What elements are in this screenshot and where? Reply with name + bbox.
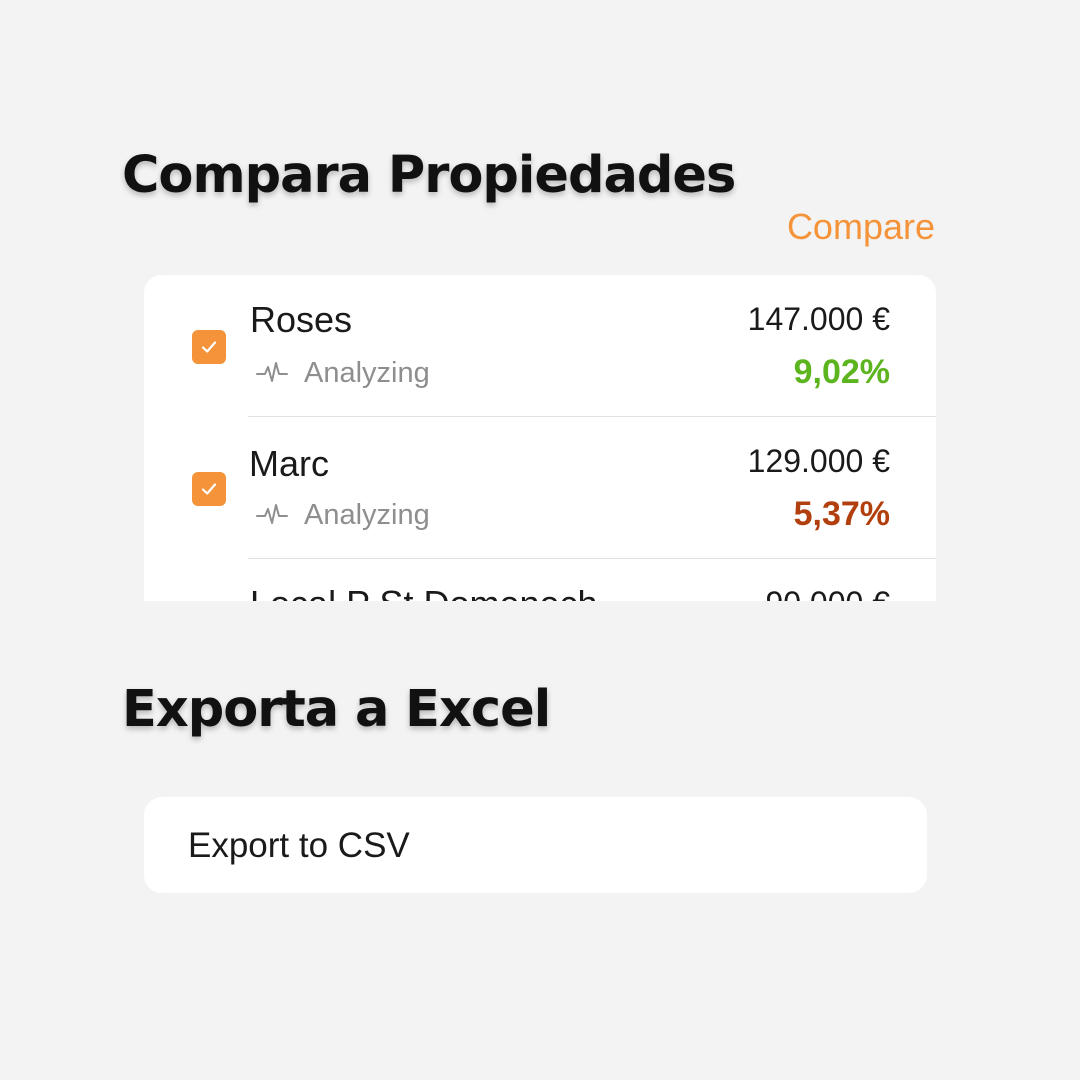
property-name: Local P St Domenech [250,583,598,601]
property-yield: 9,02% [793,353,890,391]
properties-list: Roses Analyzing 147.000 € 9,02% Marc Ana… [144,275,936,601]
checkmark-icon [201,483,217,495]
property-name: Roses [250,299,353,340]
property-yield: 5,37% [793,495,890,533]
property-row-roses[interactable]: Roses Analyzing 147.000 € 9,02% [144,275,936,417]
waveform-icon [256,504,288,524]
export-csv-label: Export to CSV [188,826,410,865]
property-row-local-p-st-domenech[interactable]: Local P St Domenech 90.000 € [144,559,936,601]
property-price: 147.000 € [747,301,890,337]
status-label: Analyzing [304,499,430,531]
property-row-marc[interactable]: Marc Analyzing 129.000 € 5,37% [144,417,936,559]
property-name: Marc [249,443,329,484]
property-price: 129.000 € [747,443,890,479]
property-checkbox[interactable] [192,472,226,506]
status-label: Analyzing [304,357,430,389]
compare-button[interactable]: Compare [787,206,935,248]
property-price: 90.000 € [765,585,890,601]
export-section-title: Exporta a Excel [122,680,551,739]
checkmark-icon [201,341,217,353]
compare-section-title: Compara Propiedades [122,146,736,205]
export-csv-button[interactable]: Export to CSV [144,797,927,893]
property-checkbox[interactable] [192,330,226,364]
waveform-icon [256,362,288,382]
